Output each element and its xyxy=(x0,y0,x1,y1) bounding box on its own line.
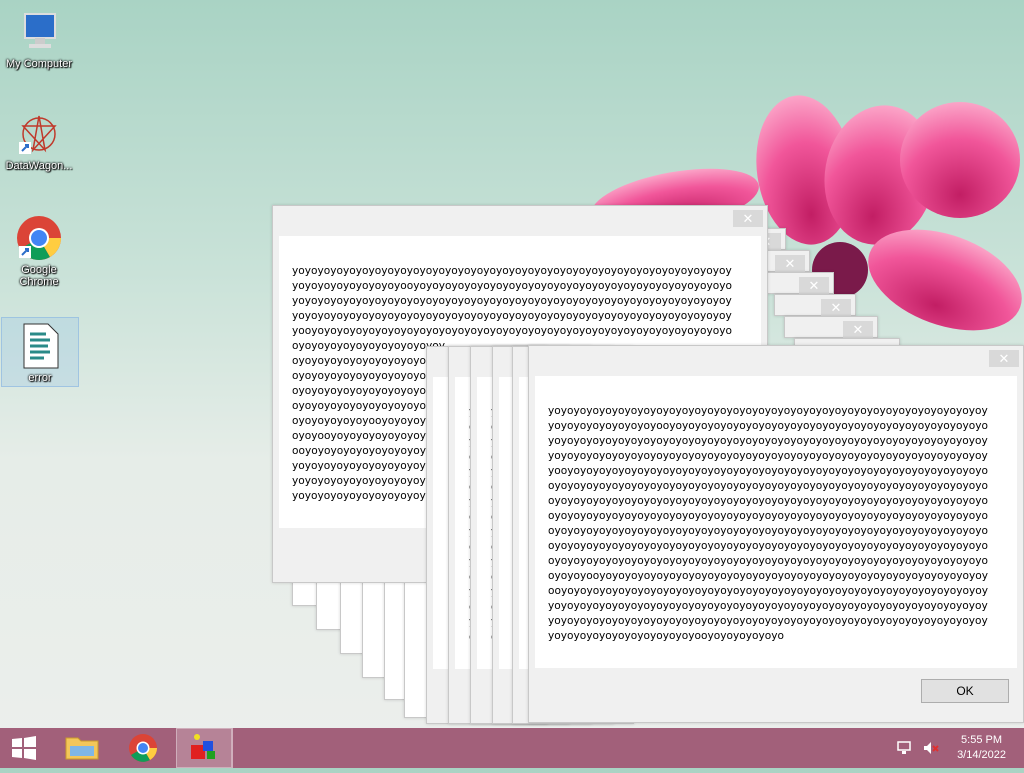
google-chrome-shortcut[interactable]: Google Chrome xyxy=(0,214,78,288)
network-icon[interactable] xyxy=(896,740,914,756)
chrome-taskbar-button[interactable] xyxy=(115,728,171,768)
error-label: error xyxy=(28,372,52,384)
windows-logo-icon xyxy=(12,736,36,760)
error-script-icon[interactable]: error xyxy=(1,317,79,387)
script-host-taskbar-button[interactable] xyxy=(176,728,232,768)
ok-button[interactable]: OK xyxy=(921,679,1009,703)
dialog-message: yoyoyoyoyoyoyoyoyoyoyoyoyoyoyoyoyoyoyoyo… xyxy=(548,405,988,642)
clock-date: 3/14/2022 xyxy=(957,749,1006,761)
close-icon[interactable]: ✕ xyxy=(821,299,851,316)
script-host-icon xyxy=(191,734,215,759)
google-chrome-label: Google Chrome xyxy=(19,264,59,288)
my-computer-label: My Computer xyxy=(5,58,73,70)
volume-muted-icon[interactable] xyxy=(922,740,940,756)
start-button[interactable] xyxy=(0,728,48,768)
folder-icon xyxy=(65,737,99,760)
close-button[interactable]: ✕ xyxy=(989,350,1019,367)
chrome-icon xyxy=(129,734,157,762)
datawagon-shortcut[interactable]: DataWagon... xyxy=(0,110,78,172)
chrome-icon xyxy=(17,216,61,260)
clock[interactable]: 5:55 PM 3/14/2022 xyxy=(957,733,1006,763)
file-explorer-taskbar-button[interactable] xyxy=(54,728,110,768)
taskbar: 5:55 PM 3/14/2022 xyxy=(0,728,1024,768)
script-file-icon xyxy=(23,323,59,369)
dialog-body: yoyoyoyoyoyoyoyoyoyoyoyoyoyoyoyoyoyoyoyo… xyxy=(535,376,1017,668)
taskbar-separator xyxy=(232,728,237,768)
clock-time: 5:55 PM xyxy=(961,734,1003,746)
my-computer-icon[interactable]: My Computer xyxy=(0,8,78,70)
close-icon[interactable]: ✕ xyxy=(775,255,805,272)
close-button[interactable]: ✕ xyxy=(733,210,763,227)
datawagon-label: DataWagon... xyxy=(5,160,73,172)
monitor-icon xyxy=(24,13,56,48)
message-dialog-front: ✕ yoyoyoyoyoyoyoyoyoyoyoyoyoyoyoyoyoyoyo… xyxy=(528,345,1024,723)
close-icon[interactable]: ✕ xyxy=(799,277,829,294)
datawagon-icon xyxy=(19,115,57,154)
close-icon[interactable]: ✕ xyxy=(843,321,873,338)
